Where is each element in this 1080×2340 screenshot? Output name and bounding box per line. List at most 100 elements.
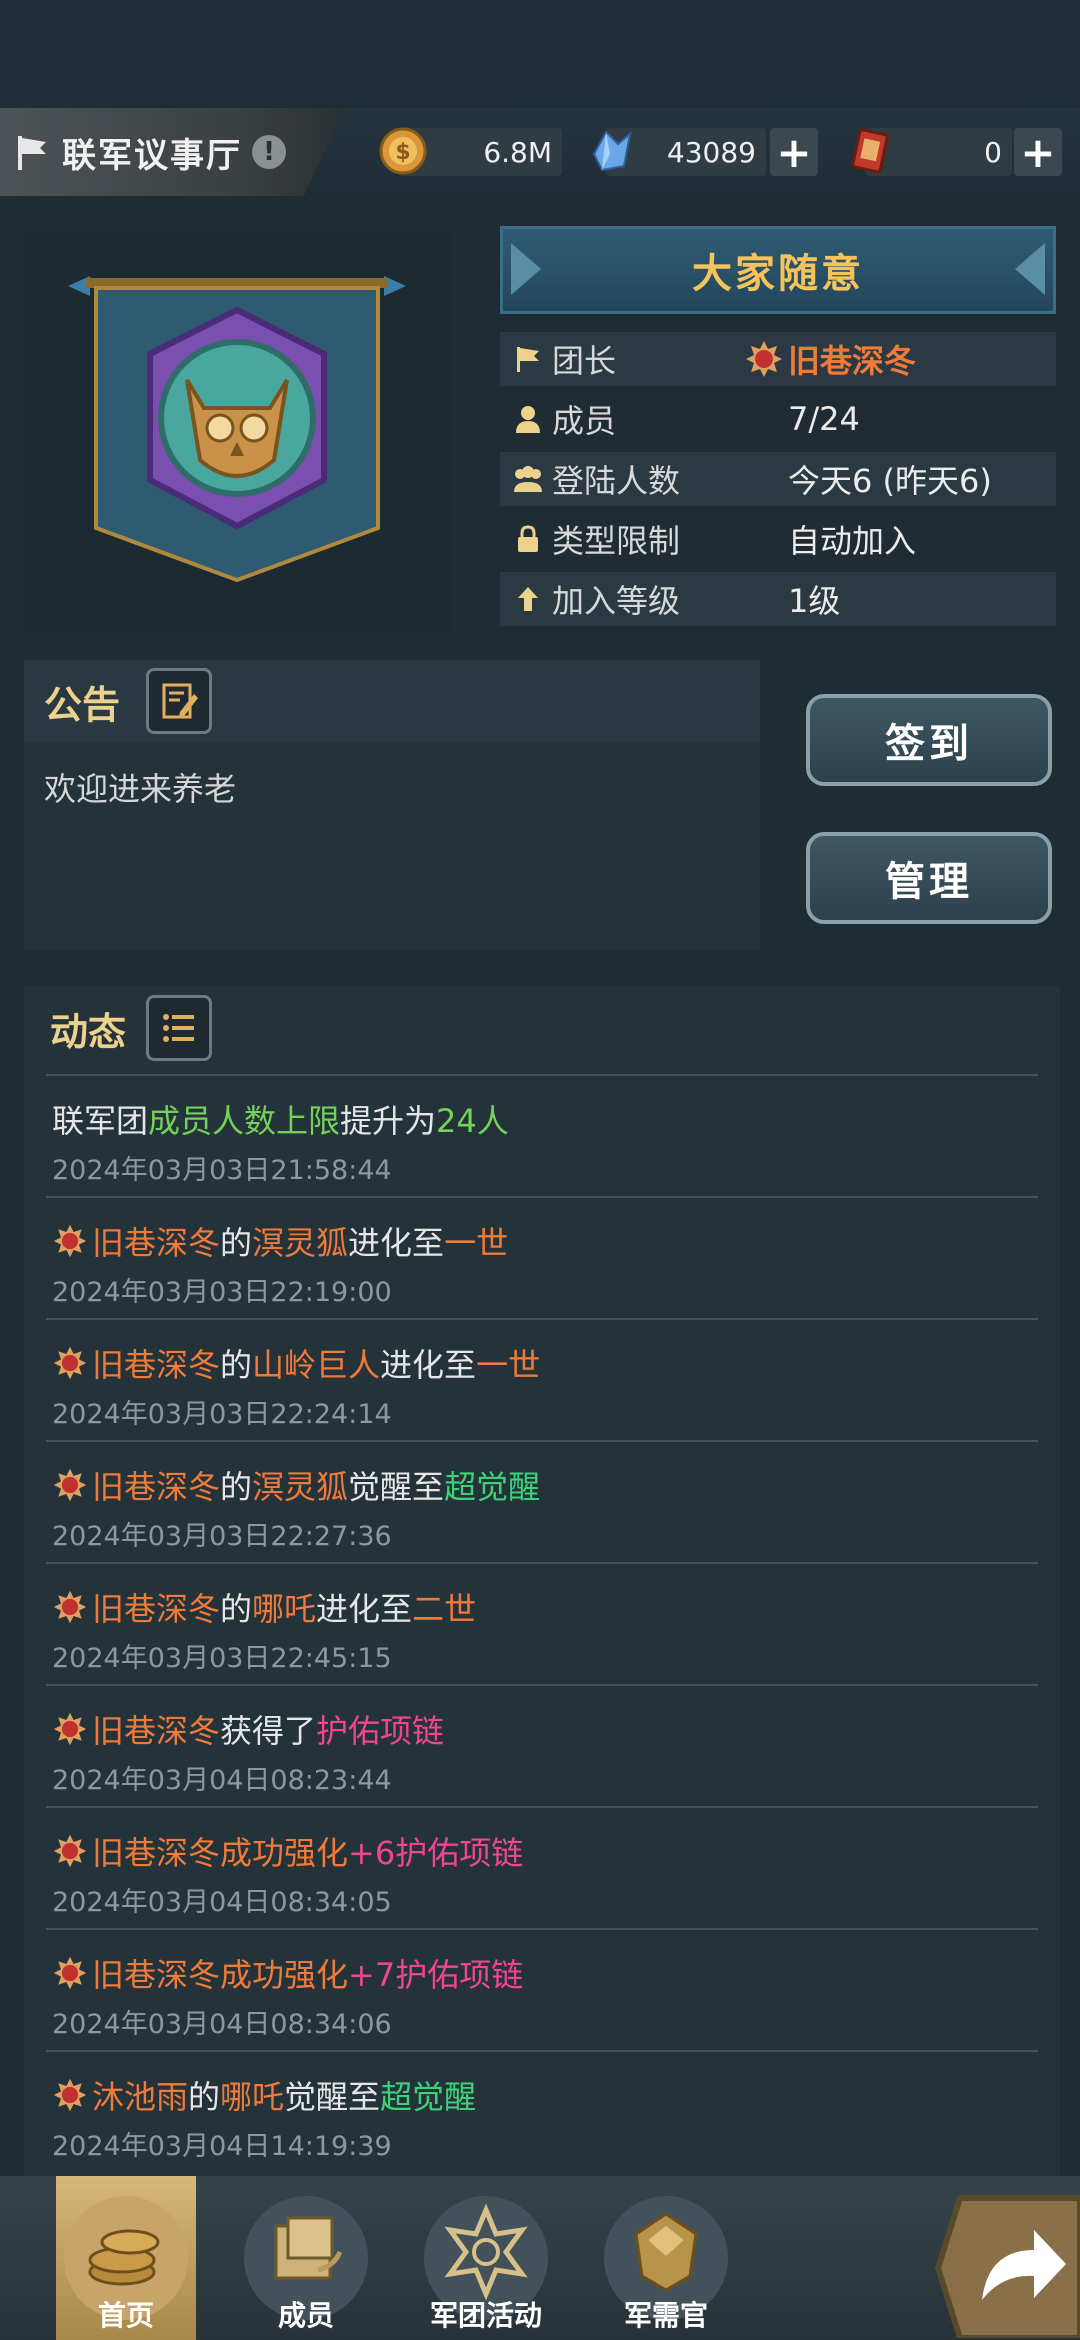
list-icon [163,1014,195,1042]
feed-item: 旧巷深冬 成功强化 +7护佑项链 2024年03月04日08:34:06 [46,1928,1038,2050]
feed-segment: +7护佑项链 [348,1956,524,1994]
feed-segment: 哪吒 [252,1590,317,1628]
feed-timestamp: 2024年03月04日08:23:44 [52,1765,392,1796]
feed-segment: 进化至 [380,1346,477,1384]
status-bar-area [0,0,1080,108]
feed-segment: 护佑项链 [316,1712,445,1750]
edit-notice-button[interactable] [146,668,213,734]
feed-segment: +6护佑项链 [348,1834,524,1872]
feed-message: 旧巷深冬的山岭巨人 进化至 一世 [52,1340,540,1386]
feed-item: 旧巷深冬 成功强化 +6护佑项链 2024年03月04日08:34:05 [46,1806,1038,1928]
feed-segment: 旧巷深冬 [92,1468,221,1506]
title-plate: 联军议事厅 ! [0,108,345,196]
feed-list[interactable]: 联军团 成员人数上限 提升为 24人 2024年03月03日21:58:44 旧巷深冬的溟… [46,1074,1038,2172]
rank-icon [53,1590,87,1624]
feed-segment: 获得了 [220,1712,317,1750]
feed-title: 动态 [50,1009,127,1054]
star-badge-icon [444,2204,528,2300]
feed-segment: 成员人数上限 [148,1102,341,1140]
rank-icon [746,341,782,377]
page-title: 联军议事厅 [62,135,242,176]
feed-segment: 旧巷深冬 [92,1956,221,1994]
feed-item: 联军团 成员人数上限 提升为 24人 2024年03月03日21:58:44 [46,1074,1038,1196]
feed-timestamp: 2024年03月03日22:24:14 [52,1399,392,1430]
add-ticket-button[interactable]: + [1014,128,1062,177]
flag-icon [510,341,546,377]
type-label: 类型限制 [552,522,681,560]
feed-timestamp: 2024年03月04日08:34:06 [52,2009,392,2040]
nav-members-label: 成员 [277,2299,334,2332]
feed-segment: 旧巷深冬 [92,1834,221,1872]
feed-segment: 超觉醒 [380,2078,477,2116]
feed-timestamp: 2024年03月04日08:34:05 [52,1887,392,1918]
person-icon [510,401,546,437]
feed-segment: 的 [188,2078,221,2116]
deco-left [511,243,541,295]
manage-button[interactable]: 管理 [806,832,1052,924]
leader-name[interactable]: 旧巷深冬 [788,336,916,382]
guild-emblem-panel [24,230,450,632]
feed-segment: 超觉醒 [444,1468,541,1506]
logins-label: 登陆人数 [552,462,681,500]
svg-text:$: $ [395,140,410,165]
rank-icon [53,1956,87,1990]
level-label: 加入等级 [552,582,681,620]
feed-item: 旧巷深冬的溟灵狐 觉醒至 超觉醒 2024年03月03日22:27:36 [46,1440,1038,1562]
feed-message: 旧巷深冬 成功强化 +7护佑项链 [52,1950,523,1996]
feed-message: 旧巷深冬的哪吒 进化至 二世 [52,1584,476,1630]
feed-segment: 的 [220,1224,253,1262]
info-row-type: 类型限制 自动加入 [500,512,1056,566]
members-value: 7/24 [788,400,860,438]
feed-item: 旧巷深冬 获得了 护佑项链 2024年03月04日08:23:44 [46,1684,1038,1806]
nav-home[interactable]: 首页 [56,2176,196,2340]
nav-members[interactable]: 成员 [236,2176,376,2340]
notice-panel: 公告 欢迎进来养老 [24,660,760,950]
nav-events[interactable]: 军团活动 [416,2176,556,2340]
feed-message: 旧巷深冬 获得了 护佑项链 [52,1706,444,1752]
feed-segment: 旧巷深冬 [92,1590,221,1628]
feed-item: 旧巷深冬的山岭巨人 进化至 一世 2024年03月03日22:24:14 [46,1318,1038,1440]
crystal-resource: 43089 [592,128,766,176]
feed-segment: 沐池雨 [92,2078,189,2116]
ticket-value: 0 [984,136,1002,169]
owl-emblem-icon[interactable] [24,230,450,632]
add-crystal-button[interactable]: + [770,128,818,177]
feed-timestamp: 2024年03月03日21:58:44 [52,1155,392,1186]
feed-list-button[interactable] [146,995,213,1061]
notice-title: 公告 [44,682,121,727]
lock-icon [510,521,546,557]
feed-segment: 的 [220,1590,253,1628]
feed-segment: 成功强化 [220,1834,349,1872]
info-icon[interactable]: ! [252,135,286,169]
checkin-button[interactable]: 签到 [806,694,1052,786]
feed-header: 动态 [24,986,1060,1070]
leader-label: 团长 [552,342,617,380]
gold-coin-icon: $ [379,127,427,175]
nav-quartermaster[interactable]: 军需官 [596,2176,736,2340]
crystal-value: 43089 [666,136,756,169]
logins-value: 今天6 (昨天6) [788,462,992,500]
gold-resource: $ 6.8M [379,127,562,176]
members-icon [274,2216,343,2280]
share-arrow-icon[interactable] [930,2188,1080,2338]
crystal-icon [592,130,632,172]
coins-icon [88,2229,160,2286]
edit-icon [162,683,199,719]
feed-segment: 旧巷深冬 [92,1712,221,1750]
feed-segment: 成功强化 [220,1956,349,1994]
feed-segment: 一世 [444,1224,509,1262]
deco-right [1015,243,1045,295]
notice-header: 公告 [24,660,760,742]
feed-segment: 觉醒至 [284,2078,381,2116]
feed-segment: 一世 [476,1346,541,1384]
rank-icon [53,1712,87,1746]
arrow-up-icon [510,581,546,617]
ticket-resource: 0 [851,128,1012,176]
nav-events-label: 军团活动 [429,2299,542,2332]
feed-timestamp: 2024年03月04日14:19:39 [52,2131,392,2162]
bottom-nav: 首页 成员 军团活动 军需官 [0,2176,1080,2340]
feed-segment: 溟灵狐 [252,1224,349,1262]
feed-timestamp: 2024年03月03日22:19:00 [52,1277,392,1308]
helmet-icon [634,2212,698,2292]
feed-item: 沐池雨的哪吒 觉醒至 超觉醒 2024年03月04日14:19:39 [46,2050,1038,2172]
